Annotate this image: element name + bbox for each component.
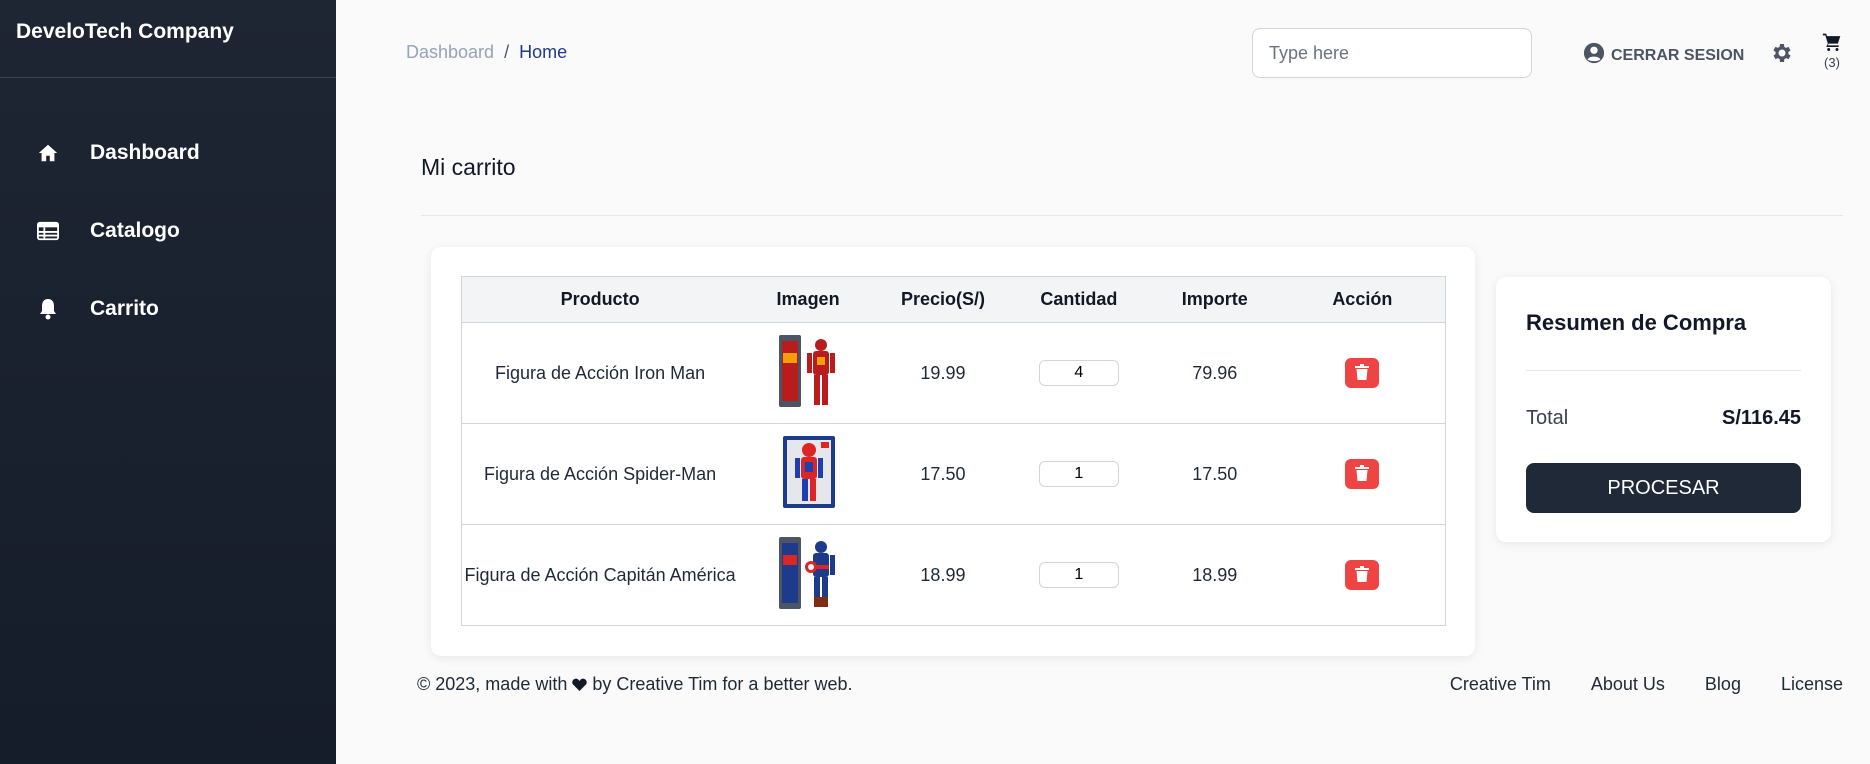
table-row: Figura de Acción Capitán América 18.99 1… — [461, 524, 1446, 626]
brand-name: DeveloTech Company — [0, 0, 336, 78]
settings-button[interactable] — [1769, 41, 1793, 70]
breadcrumb-separator: / — [504, 42, 510, 62]
footer-link-creative-tim[interactable]: Creative Tim — [1450, 674, 1551, 695]
logout-label: CERRAR SESION — [1611, 46, 1745, 64]
footer-suffix: by Creative Tim for a better web. — [592, 674, 853, 694]
bell-icon — [36, 297, 60, 321]
table-row: Figura de Acción Spider-Man 17.50 1 17.5… — [461, 423, 1446, 525]
column-header: Importe — [1149, 276, 1280, 323]
footer-link-about-us[interactable]: About Us — [1591, 674, 1665, 695]
footer-prefix: © 2023, made with — [417, 674, 568, 694]
trash-icon — [1355, 464, 1370, 484]
logout-button[interactable]: CERRAR SESION — [1583, 42, 1744, 69]
trash-icon — [1355, 565, 1370, 585]
footer-copyright: © 2023, made with by Creative Tim for a … — [417, 674, 853, 695]
action-cell — [1279, 322, 1446, 424]
sidebar-item-carrito[interactable]: Carrito — [0, 270, 336, 348]
captain-america-figure-image — [779, 536, 836, 609]
sidebar-nav: Dashboard Catalogo Carrito — [0, 78, 336, 348]
process-button[interactable]: PROCESAR — [1526, 463, 1801, 513]
footer-links: Creative Tim About Us Blog License — [1450, 674, 1843, 695]
unit-price: 18.99 — [878, 524, 1008, 626]
cart-button[interactable]: (3) — [1820, 32, 1844, 70]
delete-item-button[interactable] — [1345, 459, 1380, 489]
sidebar-item-label: Dashboard — [90, 141, 200, 164]
column-header: Imagen — [738, 276, 878, 323]
quantity-cell — [1007, 524, 1150, 626]
quantity-input[interactable] — [1038, 562, 1119, 588]
quantity-input[interactable] — [1038, 360, 1119, 386]
cart-count-badge: (3) — [1824, 55, 1840, 70]
sidebar-item-label: Catalogo — [90, 219, 180, 242]
quantity-cell — [1007, 322, 1150, 424]
product-name: Figura de Acción Spider-Man — [461, 423, 739, 525]
user-circle-icon — [1583, 42, 1605, 69]
iron-man-figure-image — [779, 334, 836, 407]
page-title: Mi carrito — [421, 154, 516, 180]
breadcrumb-link-dashboard[interactable]: Dashboard — [406, 42, 494, 63]
total-label: Total — [1526, 407, 1569, 429]
cart-table: Producto Imagen Precio(S/) Cantidad Impo… — [461, 276, 1446, 626]
divider — [1526, 370, 1801, 371]
quantity-input[interactable] — [1038, 461, 1119, 487]
product-image — [738, 524, 878, 626]
footer-link-blog[interactable]: Blog — [1705, 674, 1741, 695]
cart-card: Producto Imagen Precio(S/) Cantidad Impo… — [431, 247, 1475, 656]
sidebar: DeveloTech Company Dashboard Catalogo Ca… — [0, 0, 336, 764]
heart-icon — [572, 674, 592, 694]
column-header: Producto — [461, 276, 739, 323]
purchase-summary-card: Resumen de Compra Total S/116.45 PROCESA… — [1496, 277, 1831, 542]
footer-link-license[interactable]: License — [1781, 674, 1843, 695]
delete-item-button[interactable] — [1345, 560, 1380, 590]
table-icon — [36, 219, 60, 243]
delete-item-button[interactable] — [1345, 358, 1380, 388]
product-name: Figura de Acción Capitán América — [461, 524, 739, 626]
gear-icon — [1769, 44, 1793, 69]
action-cell — [1279, 524, 1446, 626]
column-header: Cantidad — [1007, 276, 1150, 323]
summary-title: Resumen de Compra — [1526, 310, 1747, 335]
product-name: Figura de Acción Iron Man — [461, 322, 739, 424]
column-header: Precio(S/) — [878, 276, 1008, 323]
total-value: S/116.45 — [1722, 407, 1801, 429]
column-header: Acción — [1279, 276, 1446, 323]
action-cell — [1279, 423, 1446, 525]
sidebar-item-dashboard[interactable]: Dashboard — [0, 114, 336, 192]
cart-icon — [1822, 33, 1842, 56]
table-row: Figura de Acción Iron Man 19.99 4 79.96 — [461, 322, 1446, 424]
line-total: 79.96 — [1149, 322, 1280, 424]
sidebar-item-catalogo[interactable]: Catalogo — [0, 192, 336, 270]
product-image — [738, 322, 878, 424]
unit-price: 17.50 — [878, 423, 1008, 525]
breadcrumb: Dashboard / Home — [406, 42, 567, 63]
breadcrumb-current: Home — [519, 42, 568, 62]
sidebar-item-label: Carrito — [90, 297, 159, 320]
line-total: 17.50 — [1149, 423, 1280, 525]
line-total: 18.99 — [1149, 524, 1280, 626]
product-image — [738, 423, 878, 525]
spider-man-figure-image — [783, 435, 836, 508]
unit-price: 19.99 — [878, 322, 1008, 424]
quantity-cell — [1007, 423, 1150, 525]
divider — [421, 215, 1843, 216]
search-input[interactable] — [1252, 28, 1532, 78]
home-icon — [36, 141, 60, 165]
table-header-row: Producto Imagen Precio(S/) Cantidad Impo… — [461, 276, 1446, 323]
trash-icon — [1355, 363, 1370, 383]
